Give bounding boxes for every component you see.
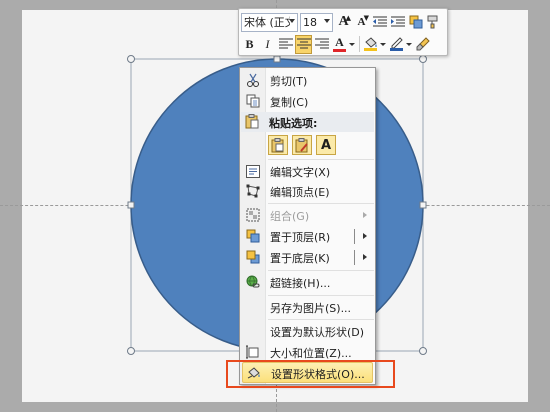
toolbar-divider xyxy=(359,36,360,52)
paste-keep-source-formatting-button[interactable] xyxy=(292,135,312,155)
increase-indent-button[interactable] xyxy=(389,13,406,32)
menu-item-send-to-back[interactable]: 置于底层(K) xyxy=(242,247,373,268)
send-to-back-icon xyxy=(245,249,261,265)
align-left-icon xyxy=(278,38,293,49)
paste-keep-text-only-button[interactable]: A xyxy=(316,135,336,155)
annotation-highlight-box xyxy=(226,360,395,388)
decrease-indent-icon xyxy=(372,16,387,27)
menu-item-label: 置于顶层(R) xyxy=(270,231,331,244)
align-right-button[interactable] xyxy=(313,35,330,54)
menu-item-set-default-shape[interactable]: 设置为默认形状(D) xyxy=(242,321,373,342)
italic-icon: I xyxy=(265,36,270,51)
brush-icon xyxy=(416,37,430,51)
split-divider xyxy=(354,250,355,265)
menu-item-label: 组合(G) xyxy=(270,210,310,223)
context-menu: 剪切(T) 复制(C) 粘贴选项: A 编辑文字(X) 编辑顶点(E) 组合(G… xyxy=(239,67,376,385)
menu-item-label: 复制(C) xyxy=(270,96,309,109)
paste-use-destination-theme-button[interactable] xyxy=(268,135,288,155)
format-painter-button-2[interactable] xyxy=(414,35,431,54)
menu-item-label: 置于底层(K) xyxy=(270,252,330,265)
shrink-font-button[interactable]: A ▼ xyxy=(353,13,370,32)
align-left-button[interactable] xyxy=(277,35,294,54)
submenu-arrow-icon[interactable] xyxy=(363,254,367,260)
paste-options-label: 粘贴选项: xyxy=(269,117,318,130)
scissors-icon xyxy=(245,72,261,88)
align-center-icon xyxy=(296,38,311,49)
resize-handle-bottom-right[interactable] xyxy=(419,347,427,355)
text-only-icon: A xyxy=(320,137,332,153)
align-center-button[interactable] xyxy=(295,34,312,54)
menu-item-save-as-picture[interactable]: 另存为图片(S)... xyxy=(242,297,373,318)
copy-icon xyxy=(245,93,261,109)
menu-item-label: 超链接(H)... xyxy=(270,277,331,290)
shape-fill-button[interactable] xyxy=(362,35,379,54)
paste-options-header: 粘贴选项: xyxy=(241,112,374,132)
menu-item-group[interactable]: 组合(G) xyxy=(242,205,373,226)
font-name-combo[interactable]: 宋体 (正文) xyxy=(241,12,298,32)
mini-toolbar: 宋体 (正文) 18 A▲ A▼ B I xyxy=(238,8,448,56)
shape-outline-button[interactable] xyxy=(388,35,405,54)
pen-icon xyxy=(391,37,403,48)
bold-icon: B xyxy=(245,36,254,51)
menu-item-bring-to-front[interactable]: 置于顶层(R) xyxy=(242,226,373,247)
resize-handle-top[interactable] xyxy=(273,55,281,63)
grow-font-button[interactable]: A ▲ xyxy=(335,13,352,32)
bring-to-front-icon xyxy=(245,228,261,244)
menu-item-label: 剪切(T) xyxy=(270,75,308,88)
italic-button[interactable]: I xyxy=(259,35,276,54)
menu-separator xyxy=(268,159,374,160)
globe-link-icon xyxy=(245,274,261,290)
bring-forward-button[interactable] xyxy=(407,13,424,32)
resize-handle-top-right[interactable] xyxy=(419,55,427,63)
paint-bucket-icon xyxy=(364,37,377,48)
font-color-icon: A xyxy=(335,35,344,49)
paste-theme-icon xyxy=(271,137,284,152)
chevron-down-icon xyxy=(324,18,330,23)
edit-text-icon xyxy=(245,163,261,179)
edit-points-icon xyxy=(245,183,261,199)
format-painter-button[interactable] xyxy=(425,13,442,32)
menu-item-label: 另存为图片(S)... xyxy=(270,302,352,315)
font-size-value: 18 xyxy=(303,15,317,29)
group-icon xyxy=(245,207,261,223)
menu-separator xyxy=(268,270,374,271)
menu-separator xyxy=(268,203,374,204)
decrease-indent-button[interactable] xyxy=(371,13,388,32)
split-divider xyxy=(354,229,355,244)
align-right-icon xyxy=(314,38,329,49)
font-color-button[interactable]: A xyxy=(331,35,348,54)
resize-handle-right[interactable] xyxy=(419,201,427,209)
menu-item-edit-points[interactable]: 编辑顶点(E) xyxy=(242,181,373,202)
resize-handle-top-left[interactable] xyxy=(127,55,135,63)
font-size-combo[interactable]: 18 xyxy=(300,12,333,32)
menu-item-label: 大小和位置(Z)... xyxy=(270,347,352,360)
menu-item-label: 编辑文字(X) xyxy=(270,166,331,179)
paste-source-format-icon xyxy=(295,137,308,152)
submenu-arrow-icon xyxy=(363,212,367,218)
chevron-down-icon xyxy=(289,18,295,23)
size-position-icon xyxy=(245,344,261,360)
font-name-value: 宋体 (正文) xyxy=(244,16,290,29)
clipboard-icon xyxy=(245,114,259,132)
menu-item-label: 编辑顶点(E) xyxy=(270,186,330,199)
shape-fill-dropdown[interactable] xyxy=(380,35,386,54)
font-color-dropdown[interactable] xyxy=(349,35,355,54)
bold-button[interactable]: B xyxy=(241,35,258,54)
menu-separator xyxy=(268,319,374,320)
format-painter-icon xyxy=(427,15,437,29)
submenu-arrow-icon[interactable] xyxy=(363,233,367,239)
menu-item-edit-text[interactable]: 编辑文字(X) xyxy=(242,161,373,182)
shape-outline-dropdown[interactable] xyxy=(406,35,412,54)
menu-item-copy[interactable]: 复制(C) xyxy=(242,91,373,112)
menu-separator xyxy=(268,295,374,296)
menu-item-hyperlink[interactable]: 超链接(H)... xyxy=(242,272,373,293)
resize-handle-bottom-left[interactable] xyxy=(127,347,135,355)
increase-indent-icon xyxy=(390,16,405,27)
resize-handle-left[interactable] xyxy=(127,201,135,209)
menu-item-cut[interactable]: 剪切(T) xyxy=(242,70,373,91)
menu-item-label: 设置为默认形状(D) xyxy=(270,326,365,339)
bring-forward-icon xyxy=(409,15,422,29)
